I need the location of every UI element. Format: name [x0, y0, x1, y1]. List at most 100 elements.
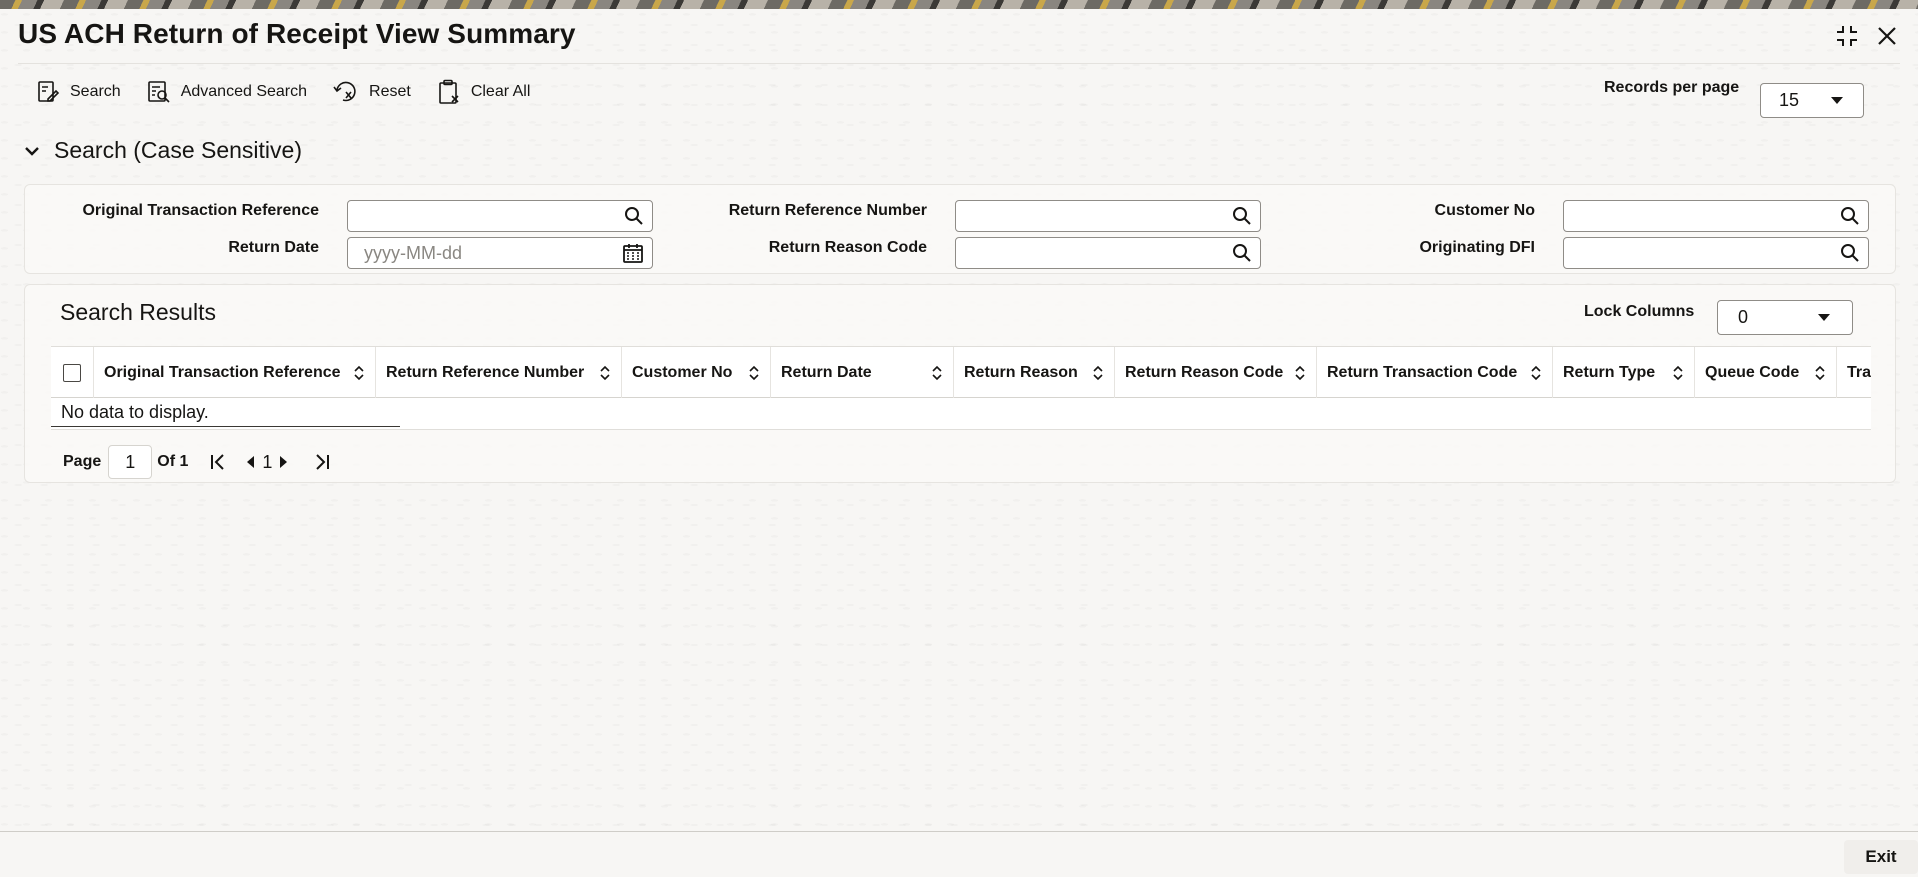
column-header-label: Original Transaction Reference	[104, 363, 341, 381]
chevron-down-icon	[1831, 97, 1843, 104]
reset-button-label: Reset	[369, 83, 411, 100]
next-page-icon[interactable]	[278, 454, 290, 470]
sort-icon[interactable]	[1294, 365, 1306, 381]
clipboard-clear-icon	[439, 79, 459, 104]
reset-button[interactable]: Reset	[333, 76, 411, 108]
customer-no-input[interactable]	[1563, 200, 1869, 232]
sort-icon[interactable]	[1672, 365, 1684, 381]
customer-no-label: Customer No	[1434, 202, 1535, 219]
summary-window: US ACH Return of Receipt View Summary Se…	[0, 9, 1918, 877]
column-header-return-date[interactable]: Return Date	[771, 347, 954, 398]
return-reference-number-label: Return Reference Number	[728, 202, 927, 219]
original-transaction-reference-label: Original Transaction Reference	[82, 202, 319, 219]
title-divider	[18, 63, 1900, 64]
page-title: US ACH Return of Receipt View Summary	[18, 18, 576, 49]
column-header-customer-no[interactable]: Customer No	[622, 347, 771, 398]
records-per-page-select[interactable]: 15	[1760, 83, 1864, 118]
focus-underline	[51, 426, 400, 427]
exit-button[interactable]: Exit	[1844, 840, 1918, 874]
clear-all-button[interactable]: Clear All	[437, 76, 531, 108]
current-page-number: 1	[262, 451, 273, 472]
chevron-down-icon	[25, 146, 39, 156]
column-header-return-reason-code[interactable]: Return Reason Code	[1115, 347, 1317, 398]
page-number-value: 1	[125, 451, 136, 472]
sort-icon[interactable]	[931, 365, 943, 381]
page-count-label: Of 1	[157, 453, 189, 470]
table-body: No data to display.	[51, 398, 1871, 430]
sort-icon[interactable]	[1814, 365, 1826, 381]
sort-icon[interactable]	[1092, 365, 1104, 381]
sort-icon[interactable]	[748, 365, 760, 381]
advanced-search-icon	[147, 81, 170, 103]
records-per-page-value: 15	[1779, 90, 1800, 110]
original-transaction-reference-input[interactable]	[347, 200, 653, 232]
search-icon[interactable]	[1840, 206, 1860, 226]
search-results-panel: Search Results Lock Columns 0 Original T…	[24, 284, 1896, 483]
search-results-title: Search Results	[60, 299, 216, 325]
records-per-page-label: Records per page	[1604, 79, 1740, 96]
column-header-label: Queue Code	[1705, 363, 1800, 381]
header-banner	[0, 0, 1918, 9]
return-reason-code-label: Return Reason Code	[768, 239, 927, 256]
collapse-icon[interactable]	[1834, 23, 1860, 49]
close-icon[interactable]	[1874, 23, 1900, 49]
search-icon[interactable]	[1232, 206, 1252, 226]
results-table: Original Transaction Reference Return Re…	[51, 346, 1871, 431]
previous-page-icon[interactable]	[244, 454, 256, 470]
column-header-label: Tra	[1847, 363, 1871, 381]
column-header-return-reference-number[interactable]: Return Reference Number	[376, 347, 622, 398]
search-icon[interactable]	[1840, 243, 1860, 263]
column-header-label: Customer No	[632, 363, 733, 381]
sort-icon[interactable]	[353, 365, 365, 381]
column-header-queue-code[interactable]: Queue Code	[1695, 347, 1837, 398]
page-label: Page	[63, 453, 102, 470]
select-all-cell	[51, 347, 94, 398]
return-reason-code-input[interactable]	[955, 237, 1261, 269]
toolbar: Search Advanced Search Reset Clear All	[36, 76, 530, 108]
column-header-label: Return Reason	[964, 363, 1078, 381]
search-button[interactable]: Search	[36, 76, 121, 108]
advanced-search-button-label: Advanced Search	[180, 83, 308, 100]
search-icon[interactable]	[624, 206, 644, 226]
column-header-original-transaction-reference[interactable]: Original Transaction Reference	[94, 347, 376, 398]
search-section-toggle[interactable]: Search (Case Sensitive)	[24, 137, 302, 164]
clear-all-button-label: Clear All	[470, 83, 531, 100]
search-criteria-panel: Original Transaction Reference Return Re…	[24, 184, 1896, 274]
sort-icon[interactable]	[599, 365, 611, 381]
select-all-checkbox[interactable]	[63, 363, 81, 382]
return-date-placeholder: yyyy-MM-dd	[364, 242, 462, 263]
reset-icon	[333, 81, 356, 102]
return-date-label: Return Date	[228, 239, 319, 256]
column-header-return-reason[interactable]: Return Reason	[954, 347, 1115, 398]
search-icon[interactable]	[1232, 243, 1252, 263]
column-header-label: Return Reference Number	[386, 363, 585, 381]
first-page-icon[interactable]	[208, 452, 228, 472]
return-date-input[interactable]: yyyy-MM-dd	[347, 237, 653, 269]
search-section-title: Search (Case Sensitive)	[54, 137, 302, 163]
last-page-icon[interactable]	[312, 452, 332, 472]
sort-icon[interactable]	[1530, 365, 1542, 381]
lock-columns-label: Lock Columns	[1584, 303, 1695, 320]
lock-columns-select[interactable]: 0	[1717, 300, 1853, 335]
column-header-return-transaction-code[interactable]: Return Transaction Code	[1317, 347, 1553, 398]
column-header-return-type[interactable]: Return Type	[1553, 347, 1695, 398]
column-header-truncated[interactable]: Tra	[1837, 347, 1871, 398]
table-header: Original Transaction Reference Return Re…	[51, 346, 1871, 398]
lock-columns-value: 0	[1738, 307, 1749, 327]
page-number-input[interactable]: 1	[108, 445, 153, 479]
column-header-label: Return Date	[781, 363, 872, 381]
footer-bar: Exit	[0, 832, 1918, 877]
originating-dfi-input[interactable]	[1563, 237, 1869, 269]
empty-table-message: No data to display.	[61, 402, 209, 422]
column-header-label: Return Reason Code	[1125, 363, 1284, 381]
column-header-label: Return Type	[1563, 363, 1656, 381]
pagination: Page 1 Of 1 1	[63, 445, 332, 479]
window-controls	[1834, 23, 1900, 49]
calendar-icon[interactable]	[622, 242, 644, 264]
chevron-down-icon	[1818, 314, 1830, 321]
search-button-label: Search	[70, 83, 121, 100]
return-reference-number-input[interactable]	[955, 200, 1261, 232]
advanced-search-button[interactable]: Advanced Search	[147, 76, 307, 108]
search-doc-icon	[38, 81, 60, 102]
originating-dfi-label: Originating DFI	[1419, 239, 1535, 256]
